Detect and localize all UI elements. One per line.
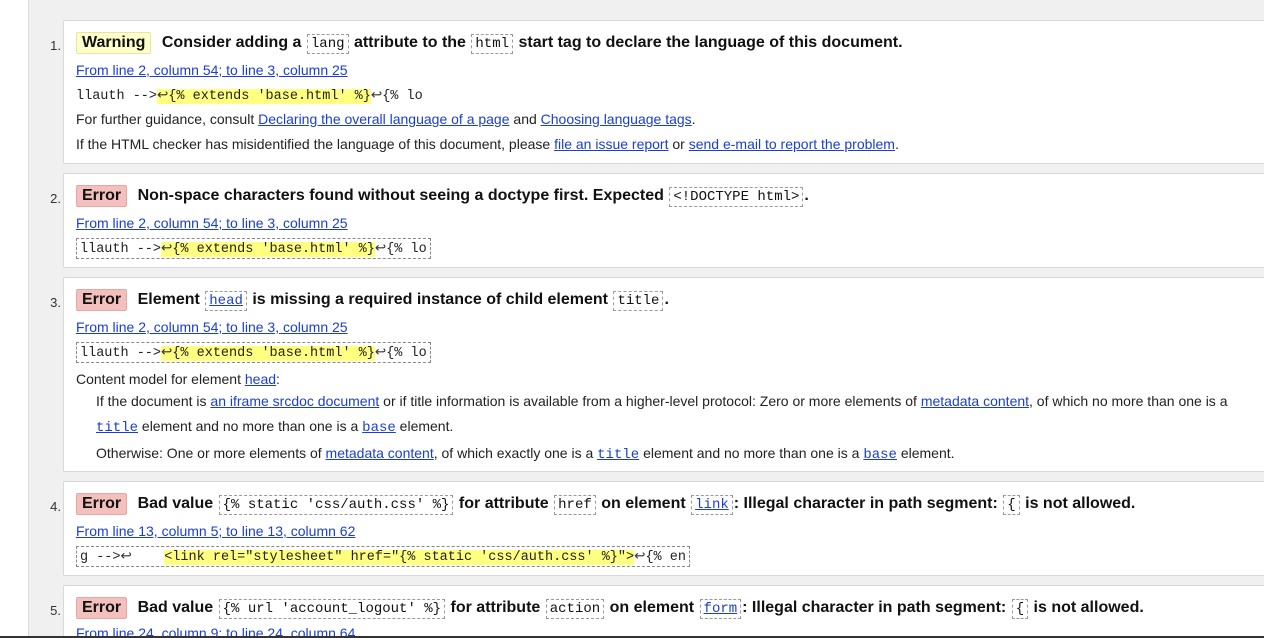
location-link[interactable]: From line 2, column 54; to line 3, colum… bbox=[76, 215, 348, 231]
title-element-link[interactable]: title bbox=[96, 420, 138, 436]
return-mark-icon: ↩ bbox=[634, 550, 646, 565]
guidance-text: For further guidance, consult Declaring … bbox=[76, 111, 696, 127]
metadata-content-link[interactable]: metadata content bbox=[921, 393, 1029, 409]
code-html: html bbox=[471, 34, 514, 54]
return-mark-icon: ↩ bbox=[161, 242, 173, 257]
message-heading: Error Element head is missing a required… bbox=[76, 289, 669, 311]
content-model-line-3: Otherwise: One or more elements of metad… bbox=[96, 445, 955, 463]
code-bad-value: {% static 'css/auth.css' %} bbox=[218, 495, 454, 515]
message-heading: Warning Consider adding a lang attribute… bbox=[76, 32, 903, 54]
return-mark-icon: ↩ bbox=[120, 550, 132, 565]
content-model-line-1: If the document is an iframe srcdoc docu… bbox=[96, 393, 1228, 409]
message-number: 1. bbox=[50, 38, 61, 53]
code-extract: llauth -->↩{% extends 'base.html' %}↩{% … bbox=[76, 342, 431, 363]
code-form-element-link[interactable]: form bbox=[699, 599, 742, 619]
message-4: 4. Error Bad value {% static 'css/auth.c… bbox=[50, 481, 1264, 576]
code-lang: lang bbox=[306, 34, 349, 54]
location-link[interactable]: From line 13, column 5; to line 13, colu… bbox=[76, 523, 355, 539]
message-2: 2. Error Non-space characters found with… bbox=[50, 173, 1264, 268]
content-model-line-2: title element and no more than one is a … bbox=[96, 418, 454, 436]
code-action: action bbox=[545, 599, 605, 619]
choosing-language-tags-link[interactable]: Choosing language tags bbox=[541, 111, 692, 127]
misidentified-text: If the HTML checker has misidentified th… bbox=[76, 136, 899, 152]
code-extract: llauth -->↩{% extends 'base.html' %}↩{% … bbox=[76, 238, 431, 259]
code-brace: { bbox=[1003, 495, 1020, 515]
file-issue-link[interactable]: file an issue report bbox=[554, 136, 668, 152]
code-href: href bbox=[554, 495, 596, 515]
return-mark-icon: ↩ bbox=[370, 89, 383, 104]
return-mark-icon: ↩ bbox=[374, 242, 387, 257]
return-mark-icon: ↩ bbox=[157, 89, 169, 104]
message-number: 2. bbox=[50, 191, 61, 206]
message-1: 1. Warning Consider adding a lang attrib… bbox=[50, 20, 1264, 164]
message-heading: Error Bad value {% static 'css/auth.css'… bbox=[76, 493, 1135, 515]
message-heading: Error Non-space characters found without… bbox=[76, 185, 809, 207]
return-mark-icon: ↩ bbox=[161, 346, 173, 361]
code-link-element-link[interactable]: link bbox=[691, 495, 733, 515]
message-5: 5. Error Bad value {% url 'account_logou… bbox=[50, 585, 1264, 636]
base-element-link[interactable]: base bbox=[362, 420, 396, 436]
message-number: 3. bbox=[50, 295, 61, 310]
return-mark-icon: ↩ bbox=[374, 346, 387, 361]
location-link[interactable]: From line 2, column 54; to line 3, colum… bbox=[76, 62, 348, 78]
declaring-language-link[interactable]: Declaring the overall language of a page bbox=[258, 111, 509, 127]
code-title: title bbox=[613, 291, 664, 311]
location-link[interactable]: From line 24, column 9; to line 24, colu… bbox=[76, 625, 355, 636]
message-number: 4. bbox=[50, 499, 61, 514]
error-badge: Error bbox=[76, 493, 128, 515]
code-brace: { bbox=[1011, 599, 1029, 619]
message-heading: Error Bad value {% url 'account_logout' … bbox=[76, 597, 1144, 619]
title-element-link[interactable]: title bbox=[597, 447, 639, 463]
location-link[interactable]: From line 2, column 54; to line 3, colum… bbox=[76, 319, 348, 335]
error-badge: Error bbox=[76, 597, 128, 619]
code-bad-value: {% url 'account_logout' %} bbox=[218, 599, 446, 619]
code-doctype: <!DOCTYPE html> bbox=[669, 187, 804, 207]
warning-badge: Warning bbox=[76, 32, 152, 54]
iframe-srcdoc-link[interactable]: an iframe srcdoc document bbox=[210, 393, 379, 409]
message-number: 5. bbox=[50, 603, 61, 618]
code-head-link[interactable]: head bbox=[205, 291, 247, 311]
error-badge: Error bbox=[76, 289, 128, 311]
head-element-link[interactable]: head bbox=[245, 371, 276, 387]
base-element-link[interactable]: base bbox=[863, 447, 897, 463]
code-extract: llauth -->↩{% extends 'base.html' %}↩{% … bbox=[76, 89, 423, 104]
code-extract: g -->↩ <link rel="stylesheet" href="{% s… bbox=[76, 546, 690, 567]
send-email-link[interactable]: send e-mail to report the problem bbox=[689, 136, 895, 152]
results-list: 1. Warning Consider adding a lang attrib… bbox=[28, 0, 1264, 636]
metadata-content-link[interactable]: metadata content bbox=[326, 445, 434, 461]
content-model-heading: Content model for element head: bbox=[76, 371, 280, 387]
message-3: 3. Error Element head is missing a requi… bbox=[50, 277, 1264, 472]
error-badge: Error bbox=[76, 185, 128, 207]
